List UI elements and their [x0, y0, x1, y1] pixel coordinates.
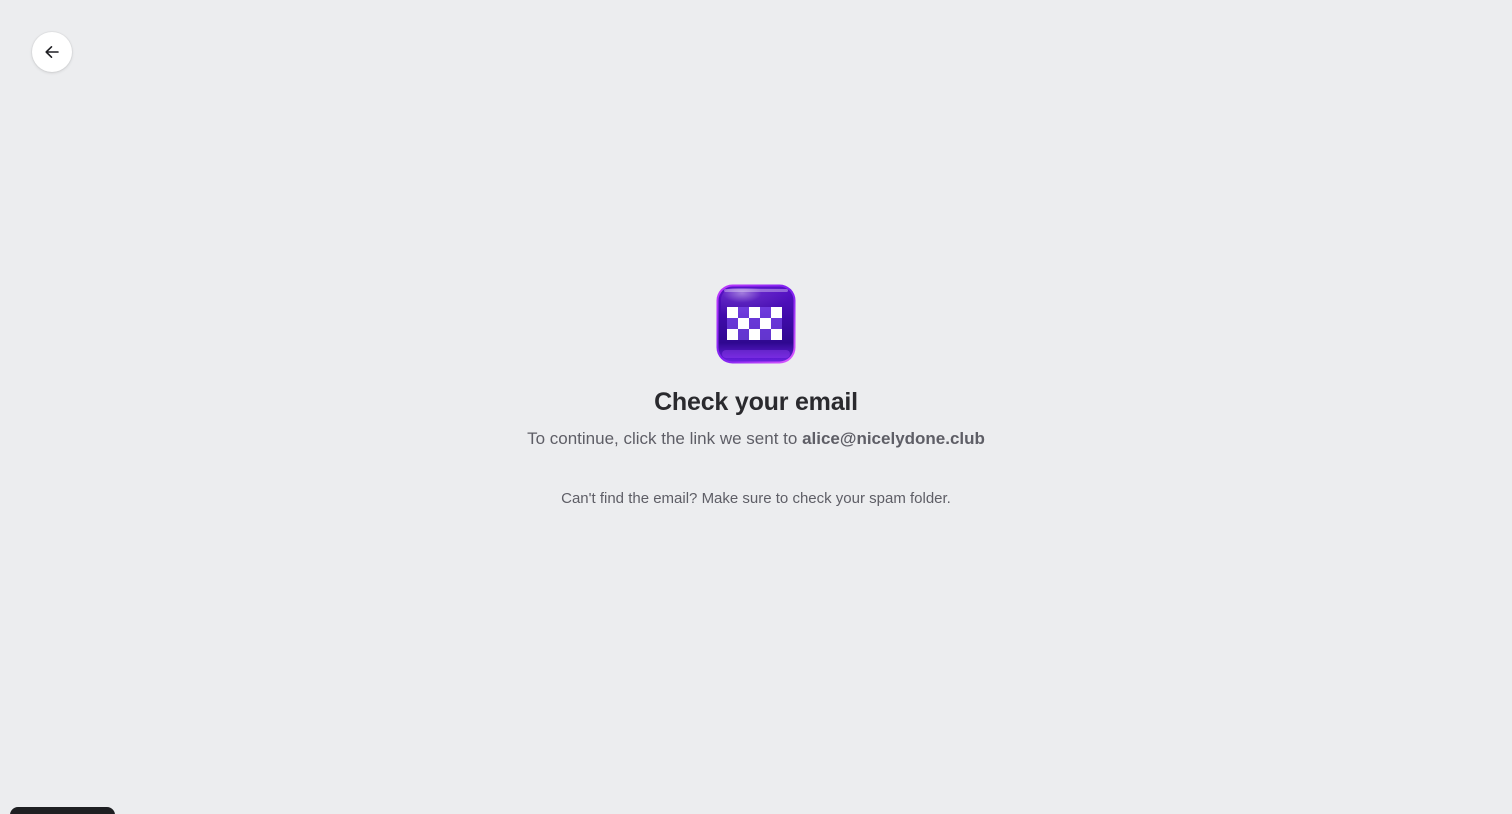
toolbar-pill[interactable]	[10, 807, 115, 814]
confirmation-panel: Check your email To continue, click the …	[0, 284, 1512, 509]
checkered-app-icon	[716, 284, 796, 364]
instruction-text: To continue, click the link we sent to a…	[527, 427, 985, 451]
instruction-prefix: To continue, click the link we sent to	[527, 429, 803, 448]
email-address: alice@nicelydone.club	[802, 429, 985, 448]
back-button[interactable]	[32, 32, 72, 72]
arrow-left-icon	[43, 43, 61, 61]
spam-hint: Can't find the email? Make sure to check…	[561, 490, 951, 507]
page-title: Check your email	[654, 388, 858, 416]
page: Check your email To continue, click the …	[0, 0, 1512, 814]
